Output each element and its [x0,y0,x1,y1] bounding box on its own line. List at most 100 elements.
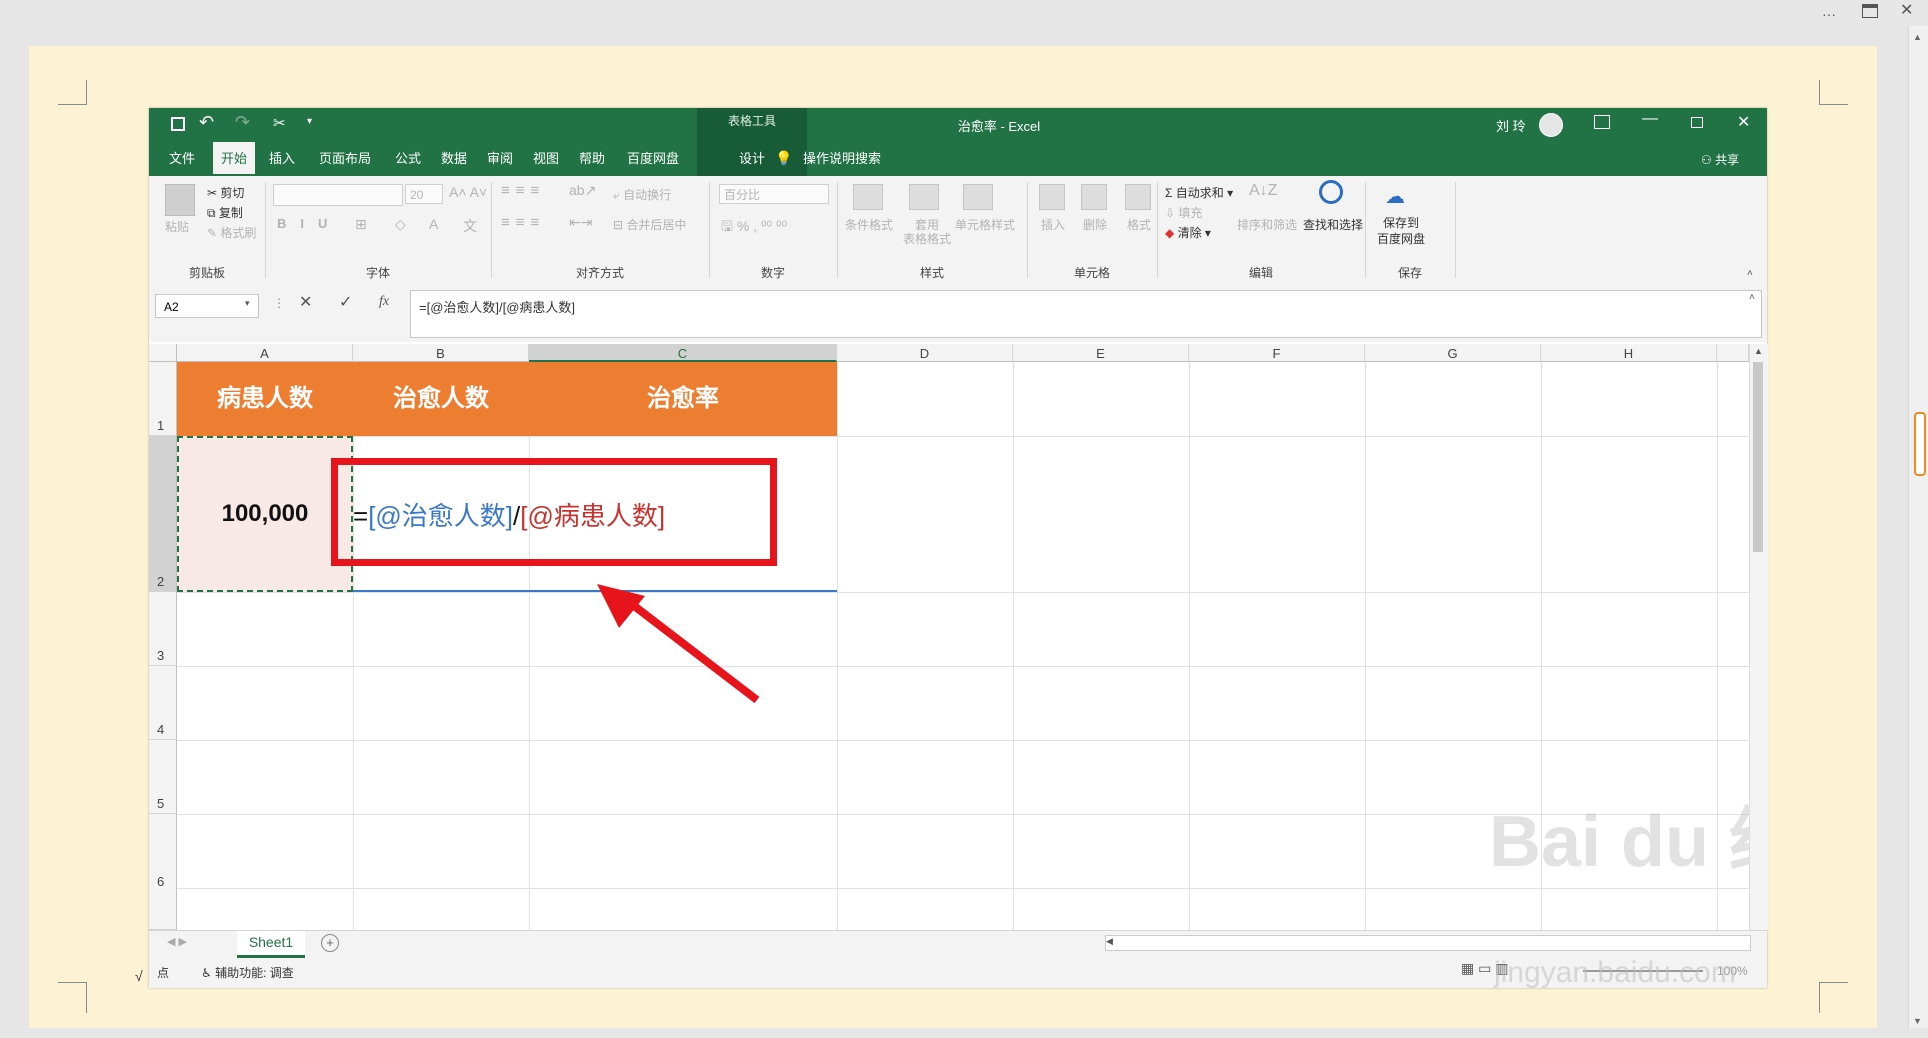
accessibility-status[interactable]: ♿ 辅助功能: 调查 [201,964,294,981]
name-box-dropdown-icon[interactable]: ▾ [245,298,250,309]
vertical-align-icons[interactable]: ≡≡≡ [501,182,545,199]
redo-icon[interactable]: ↷ [235,112,250,133]
find-icon[interactable] [1319,180,1343,204]
number-format-select[interactable]: 百分比 [719,184,829,204]
save-to-netdisk-line2[interactable]: 百度网盘 [1377,230,1425,247]
tab-file[interactable]: 文件 [161,142,203,176]
restore-icon[interactable] [1691,117,1703,128]
minimize-icon[interactable]: — [1642,110,1658,128]
wrap-text-button[interactable]: ⤶ 自动换行 [613,186,671,203]
font-name-select[interactable] [273,184,403,206]
grow-font-icon[interactable]: A˄ A˅ [449,184,487,200]
insert-cells-icon[interactable] [1039,184,1065,210]
customize-qat-icon[interactable]: ▾ [307,116,312,127]
merge-center-button[interactable]: ⊟ 合并后居中 [613,216,686,233]
find-select-button[interactable]: 查找和选择 [1303,216,1363,233]
row-header-2[interactable]: 2 [149,436,177,592]
sort-filter-icon[interactable]: A↓Z [1249,182,1277,200]
sheet-tab-sheet1[interactable]: Sheet1 [237,931,305,958]
share-button[interactable]: ⚇ 共享 [1701,151,1739,168]
worksheet-grid[interactable]: A B C D E F G H 1 2 3 4 5 6 病患人数 治愈人数 治愈… [149,344,1749,930]
clear-button[interactable]: ◆ 清除 ▾ [1165,224,1211,241]
row-header-3[interactable]: 3 [149,592,177,666]
format-as-table-icon[interactable] [909,184,939,210]
tell-me-search[interactable]: 操作说明搜索 [797,142,887,176]
row-header-5[interactable]: 5 [149,740,177,814]
tab-review[interactable]: 审阅 [479,142,521,176]
tab-page-layout[interactable]: 页面布局 [309,142,381,176]
header-cell-cured[interactable]: 治愈人数 [353,362,529,436]
format-cells-icon[interactable] [1125,184,1151,210]
phonetic-icon[interactable]: 文 [463,216,477,236]
tab-home[interactable]: 开始 [213,142,255,176]
cancel-icon[interactable]: ✕ [299,292,312,312]
scroll-up-icon[interactable]: ▲ [1913,32,1922,42]
user-name[interactable]: 刘 玲 [1496,116,1526,135]
add-sheet-icon[interactable]: + [321,934,339,952]
column-header-i[interactable] [1717,344,1749,362]
column-header-f[interactable]: F [1189,344,1365,362]
horizontal-scrollbar[interactable]: ◀ [1105,935,1751,951]
column-header-d[interactable]: D [837,344,1013,362]
scroll-up-icon[interactable]: ▲ [1754,346,1763,356]
tab-data[interactable]: 数据 [433,142,475,176]
tab-formulas[interactable]: 公式 [387,142,429,176]
fill-color-icon[interactable]: ◇ [395,216,406,233]
tab-baidu-netdisk[interactable]: 百度网盘 [617,142,689,176]
baidu-cloud-icon[interactable]: ☁ [1385,184,1405,209]
format-cells-button[interactable]: 格式 [1127,216,1151,233]
formula-input[interactable]: =[@治愈人数]/[@病患人数] [410,290,1762,338]
fill-button[interactable]: ⇩ 填充 [1165,204,1202,221]
orientation-icon[interactable]: ab↗ [569,182,596,199]
format-as-table-line2[interactable]: 表格格式 [903,230,951,247]
ribbon-display-icon[interactable] [1594,115,1610,129]
collapse-ribbon-icon[interactable]: ˄ [1747,268,1753,279]
bold-italic-underline[interactable]: BIU [277,216,341,231]
header-cell-cure-rate[interactable]: 治愈率 [529,362,837,436]
select-all-corner[interactable] [149,344,177,362]
column-header-b[interactable]: B [353,344,529,362]
layout-icon[interactable] [1862,4,1878,18]
cell-styles-button[interactable]: 单元格样式 [955,216,1015,233]
horizontal-align-icons[interactable]: ≡≡≡ [501,214,545,231]
conditional-format-button[interactable]: 条件格式 [845,216,893,233]
enter-icon[interactable]: ✓ [339,292,352,312]
conditional-format-icon[interactable] [853,184,883,210]
copy-button[interactable]: ⧉ 复制 [207,204,243,221]
name-box[interactable]: A2 [155,294,259,318]
delete-cells-button[interactable]: 删除 [1083,216,1107,233]
undo-icon[interactable]: ↶ [199,112,214,133]
column-header-g[interactable]: G [1365,344,1541,362]
column-header-h[interactable]: H [1541,344,1717,362]
font-color-icon[interactable]: A [429,216,438,232]
number-format-icons[interactable]: 🖫 % , ⁰⁰ ⁰⁰ [721,216,787,240]
scroll-left-icon[interactable]: ◀ [1106,936,1113,947]
cut-icon[interactable]: ✂ [273,114,286,132]
tab-insert[interactable]: 插入 [261,142,303,176]
paste-button[interactable]: 粘贴 [165,218,189,235]
sort-filter-button[interactable]: 排序和筛选 [1237,216,1297,233]
insert-function-icon[interactable]: fx [379,294,389,310]
row-header-6[interactable]: 6 [149,814,177,930]
ellipsis-icon[interactable]: ··· [1822,6,1836,22]
insert-cells-button[interactable]: 插入 [1041,216,1065,233]
sheet-nav-icons[interactable]: ◀ ▶ [167,935,187,948]
column-header-a[interactable]: A [177,344,353,362]
grid-scrollbar[interactable]: ▲ [1749,344,1768,930]
tab-view[interactable]: 视图 [525,142,567,176]
avatar[interactable] [1539,113,1563,137]
column-header-e[interactable]: E [1013,344,1189,362]
font-size-select[interactable]: 20 [405,184,443,204]
borders-icon[interactable]: ⊞ [355,216,367,233]
format-painter-button[interactable]: ✎ 格式刷 [207,224,256,241]
paste-icon[interactable] [165,184,195,216]
header-cell-patients[interactable]: 病患人数 [177,362,353,436]
scroll-thumb[interactable] [1914,412,1926,476]
cell-a2[interactable]: 100,000 [177,436,353,592]
close-icon[interactable]: ✕ [1900,0,1913,20]
cut-button[interactable]: ✂ 剪切 [207,184,244,201]
expand-formula-icon[interactable]: ˄ [1749,292,1755,303]
row-header-1[interactable]: 1 [149,362,177,436]
delete-cells-icon[interactable] [1081,184,1107,210]
scroll-down-icon[interactable]: ▼ [1913,1016,1922,1026]
